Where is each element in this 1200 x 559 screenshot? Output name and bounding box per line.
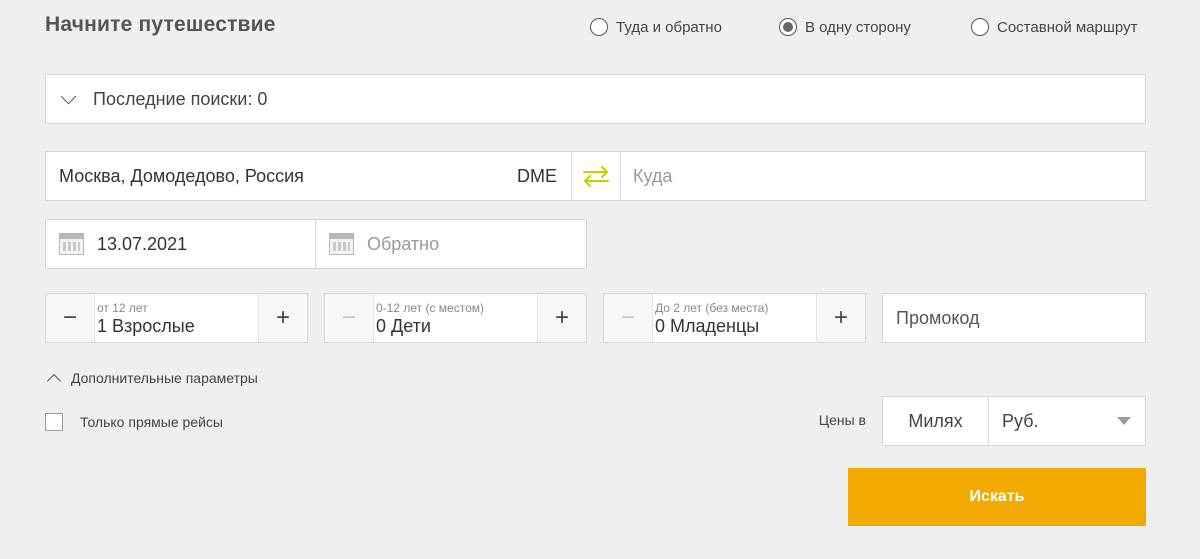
adults-value-area: от 12 лет 1 Взрослые [94,294,259,342]
radio-multi-city[interactable]: Составной маршрут [971,17,1137,37]
extra-params-label: Дополнительные параметры [71,370,258,386]
currency-value: Руб. [1002,410,1039,431]
radio-one-way-circle[interactable] [779,18,797,36]
depart-date-value: 13.07.2021 [97,233,188,254]
currency-select[interactable]: Руб. [988,396,1146,446]
return-date-field[interactable]: Обратно [315,219,587,269]
children-value: 0 Дети [376,316,431,336]
infants-value: 0 Младенцы [655,316,760,336]
origin-value: Москва, Домодедово, Россия [59,165,304,186]
radio-round-trip[interactable]: Туда и обратно [590,17,722,37]
radio-round-trip-circle[interactable] [590,18,608,36]
caret-down-icon [1117,417,1131,425]
adults-value: 1 Взрослые [97,316,195,336]
origin-code: DME [517,165,557,186]
radio-multi-city-label: Составной маршрут [997,18,1138,36]
prices-in-label: Цены в [818,412,866,428]
adults-plus-button[interactable]: + [259,294,307,342]
adults-sublabel: от 12 лет [97,301,148,315]
radio-one-way[interactable]: В одну сторону [779,17,911,37]
return-date-placeholder: Обратно [367,233,440,254]
infants-stepper: − До 2 лет (без места) 0 Младенцы + [603,293,866,343]
recent-searches-label: Последние поиски: 0 [93,88,268,109]
extra-params-toggle[interactable]: Дополнительные параметры [45,368,258,388]
swap-arrows-icon [583,166,609,187]
direct-flights-checkbox[interactable] [45,413,63,431]
children-value-area: 0-12 лет (с местом) 0 Дети [373,294,538,342]
infants-value-area: До 2 лет (без места) 0 Младенцы [652,294,817,342]
children-stepper: − 0-12 лет (с местом) 0 Дети + [324,293,587,343]
children-sublabel: 0-12 лет (с местом) [376,301,484,315]
children-plus-button[interactable]: + [538,294,586,342]
infants-minus-button[interactable]: − [604,294,652,342]
promo-code-input[interactable] [882,293,1146,343]
direct-flights-label: Только прямые рейсы [80,414,223,430]
children-minus-button[interactable]: − [325,294,373,342]
depart-date-field[interactable]: 13.07.2021 [45,219,317,269]
chevron-down-icon [60,88,77,104]
calendar-icon [59,233,84,255]
page-title: Начните путешествие [45,13,276,36]
swap-route-button[interactable] [571,151,621,201]
infants-sublabel: До 2 лет (без места) [655,301,769,315]
adults-minus-button[interactable]: − [46,294,94,342]
miles-toggle-button[interactable]: Милях [882,396,989,446]
adults-stepper: − от 12 лет 1 Взрослые + [45,293,308,343]
origin-field[interactable]: Москва, Домодедово, Россия DME [45,151,572,201]
recent-searches-toggle[interactable]: Последние поиски: 0 [45,74,1146,124]
calendar-icon [329,233,354,255]
radio-one-way-label: В одну сторону [805,18,911,36]
chevron-up-icon [46,373,62,388]
search-button[interactable]: Искать [848,468,1146,526]
radio-round-trip-label: Туда и обратно [616,18,722,36]
destination-input[interactable] [620,151,1146,201]
infants-plus-button[interactable]: + [817,294,865,342]
radio-multi-city-circle[interactable] [971,18,989,36]
direct-flights-option[interactable]: Только прямые рейсы [45,412,223,432]
